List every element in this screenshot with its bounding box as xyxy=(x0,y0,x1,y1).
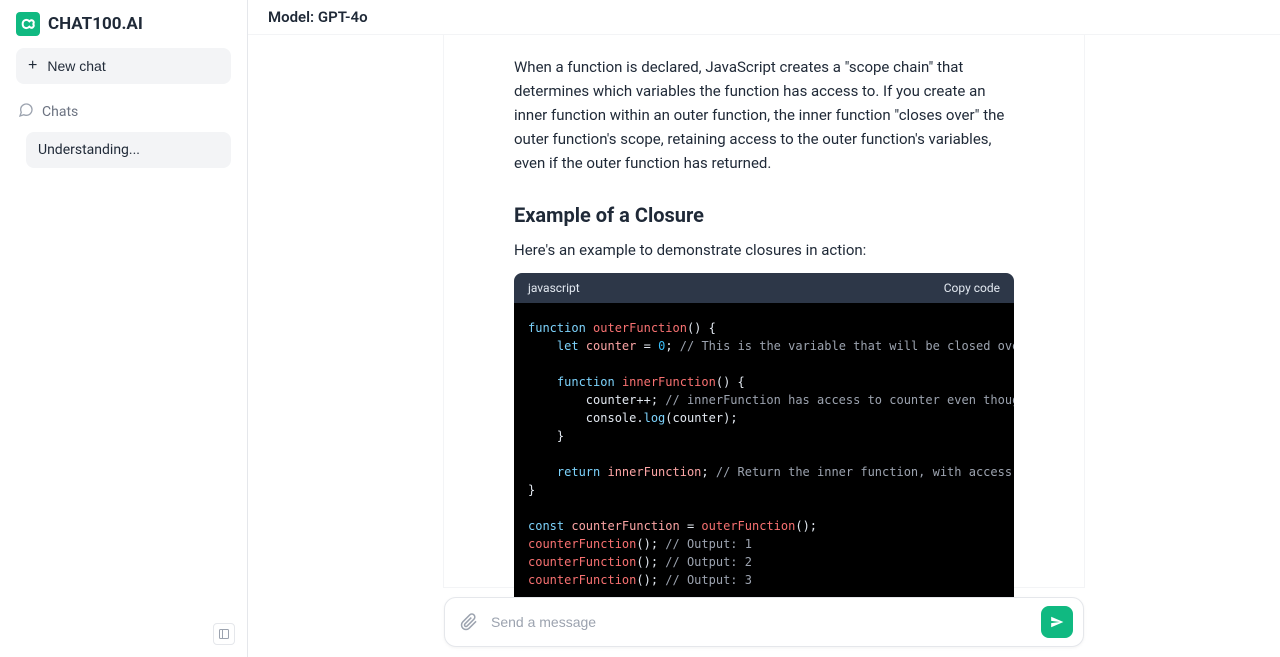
chat-item[interactable]: Understanding... xyxy=(26,132,231,168)
new-chat-button[interactable]: + New chat xyxy=(16,48,231,84)
chats-label: Chats xyxy=(42,104,78,120)
chats-section-header: Chats xyxy=(16,102,231,122)
message-input-bar xyxy=(444,597,1084,647)
message-heading: Example of a Closure xyxy=(514,203,1014,227)
code-language-label: javascript xyxy=(528,281,580,295)
code-body: function outerFunction() { let counter =… xyxy=(514,303,1014,605)
sidebar-collapse-button[interactable] xyxy=(213,623,235,645)
model-header: Model: GPT-4o xyxy=(248,0,1280,35)
copy-code-button[interactable]: Copy code xyxy=(944,281,1000,295)
new-chat-label: New chat xyxy=(47,58,105,74)
attach-button[interactable] xyxy=(455,608,483,636)
message-paragraph: When a function is declared, JavaScript … xyxy=(514,55,1014,175)
code-block: javascript Copy code function outerFunct… xyxy=(514,273,1014,605)
chat-scroll-area[interactable]: When a function is declared, JavaScript … xyxy=(248,35,1280,657)
brand-logo-icon xyxy=(16,12,40,36)
message-paragraph: Here's an example to demonstrate closure… xyxy=(514,241,1014,259)
message-input[interactable] xyxy=(483,608,1041,636)
model-prefix: Model: xyxy=(268,8,318,26)
code-block-header: javascript Copy code xyxy=(514,273,1014,303)
assistant-message: When a function is declared, JavaScript … xyxy=(444,35,1084,587)
send-button[interactable] xyxy=(1041,606,1073,638)
model-name: GPT-4o xyxy=(318,8,368,26)
main-area: Model: GPT-4o When a function is declare… xyxy=(248,0,1280,657)
brand-row: CHAT100.AI xyxy=(16,12,231,36)
chat-bubble-icon xyxy=(18,102,34,122)
brand-name: CHAT100.AI xyxy=(48,14,143,34)
plus-icon: + xyxy=(28,58,37,74)
sidebar: CHAT100.AI + New chat Chats Understandin… xyxy=(0,0,248,657)
